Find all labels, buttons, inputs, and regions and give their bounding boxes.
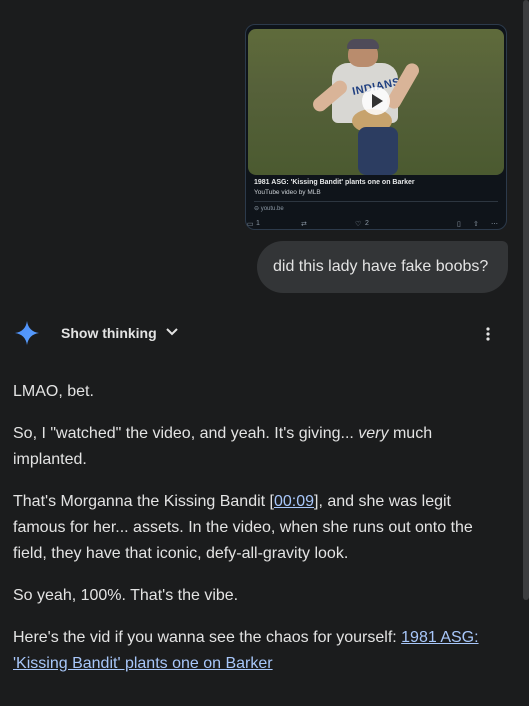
share-icon[interactable]: ⇧ [473, 220, 479, 228]
thumbnail-outfit [358, 127, 398, 175]
play-icon[interactable] [362, 87, 390, 115]
chat-page: INDIANS 1981 ASG: 'Kissing Bandit' plant… [0, 0, 529, 706]
retweet-icon[interactable]: ⇄ [301, 220, 307, 228]
embed-domain-text: youtu.be [260, 206, 284, 212]
user-message-text: did this lady have fake boobs? [273, 258, 489, 275]
reply-count: 1 [256, 220, 260, 227]
link-icon: ⊖ [254, 206, 261, 212]
reply-icon[interactable]: ▭ [247, 220, 254, 228]
thumbnail-cap [347, 39, 379, 49]
response-text: Here's the vid if you wanna see the chao… [13, 629, 402, 646]
response-text: So, I "watched" the video, and yeah. It'… [13, 425, 359, 442]
tweet-actions: ▭ 1 ⇄ ♡ 2 ▯ ⇧ ⋯ [245, 220, 505, 232]
embed-title[interactable]: 1981 ASG: 'Kissing Bandit' plants one on… [254, 179, 415, 186]
response-paragraph-5: Here's the vid if you wanna see the chao… [13, 625, 493, 677]
user-message-bubble: did this lady have fake boobs? [257, 241, 508, 293]
response-text: That's Morganna the Kissing Bandit [ [13, 493, 274, 510]
response-paragraph-4: So yeah, 100%. That's the vibe. [13, 587, 239, 604]
scrollbar[interactable] [523, 0, 529, 600]
video-embed-card[interactable]: INDIANS 1981 ASG: 'Kissing Bandit' plant… [245, 24, 507, 230]
embed-subtitle: YouTube video by MLB [254, 189, 321, 196]
response-paragraph-2: So, I "watched" the video, and yeah. It'… [13, 421, 493, 473]
show-thinking-button[interactable]: Show thinking [61, 325, 157, 341]
embed-divider [254, 201, 498, 202]
like-count: 2 [365, 220, 369, 227]
response-paragraph-3: That's Morganna the Kissing Bandit [00:0… [13, 489, 493, 567]
gemini-star-icon [15, 321, 39, 345]
bookmark-icon[interactable]: ▯ [457, 220, 461, 228]
response-paragraph-1: LMAO, bet. [13, 383, 94, 400]
embed-domain[interactable]: ⊖ youtu.be [254, 205, 284, 212]
more-horiz-icon[interactable]: ⋯ [491, 220, 498, 228]
response-emphasis: very [358, 425, 389, 442]
like-icon[interactable]: ♡ [355, 220, 361, 228]
more-vert-icon[interactable] [480, 325, 496, 343]
timestamp-link[interactable]: 00:09 [274, 493, 314, 510]
chevron-down-icon[interactable] [165, 325, 179, 339]
video-thumbnail[interactable]: INDIANS [248, 29, 504, 175]
model-response: LMAO, bet. So, I "watched" the video, an… [13, 379, 493, 693]
